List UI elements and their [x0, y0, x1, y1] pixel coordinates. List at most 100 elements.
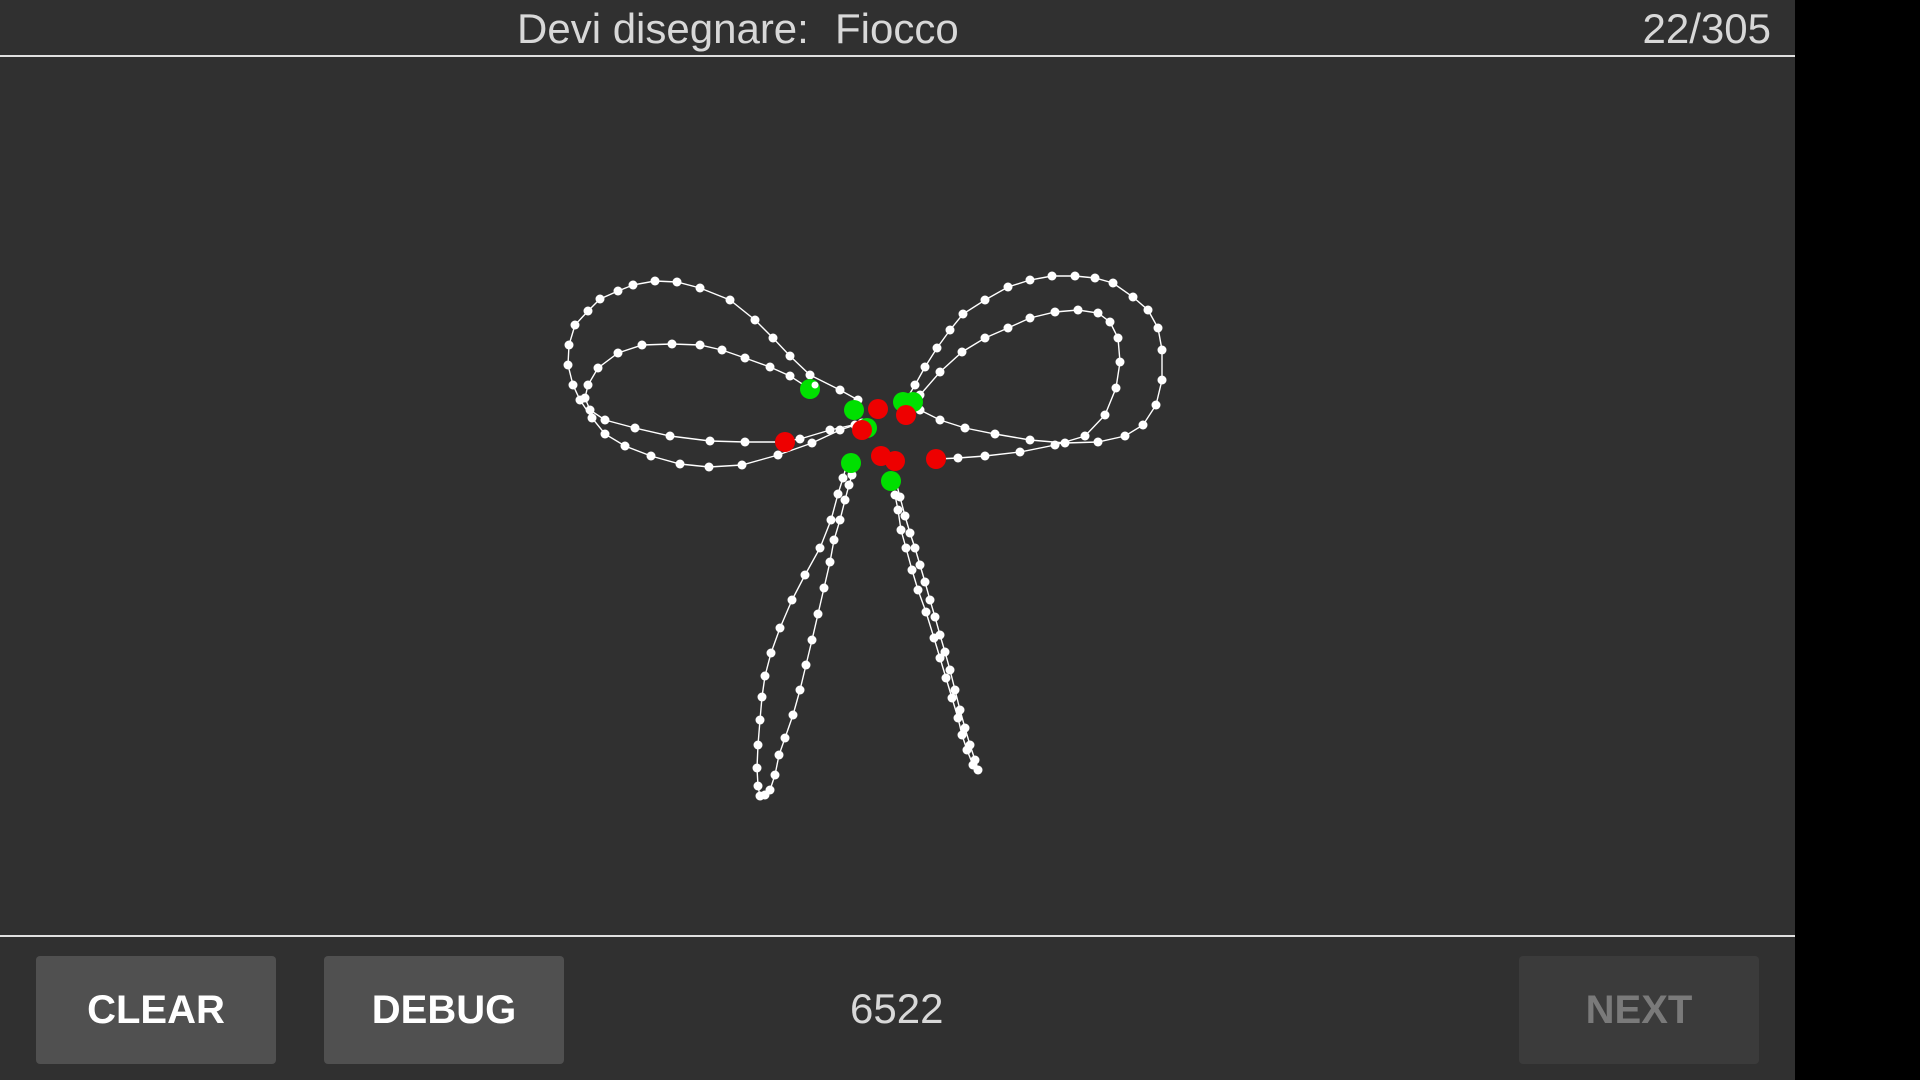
sketch-point	[829, 535, 839, 545]
sketch-point	[835, 425, 845, 435]
stroke-end-marker	[852, 420, 872, 440]
sketch-point	[915, 560, 925, 570]
sketch-point	[768, 333, 778, 343]
sketch-point	[920, 362, 930, 372]
sketch-point	[835, 515, 845, 525]
sketch-point	[775, 623, 785, 633]
sketch-point	[780, 733, 790, 743]
sketch-point	[750, 315, 760, 325]
sketch-point	[600, 429, 610, 439]
sketch-point	[913, 585, 923, 595]
sketch-point	[980, 451, 990, 461]
sketch-point	[568, 380, 578, 390]
sketch-strokes	[567, 275, 1163, 797]
sketch-point	[672, 277, 682, 287]
sketch-point	[833, 489, 843, 499]
stroke-start-marker	[844, 400, 864, 420]
sketch-point	[665, 431, 675, 441]
sketch-point	[825, 425, 835, 435]
sketch-point	[580, 393, 590, 403]
sketch-point	[807, 438, 817, 448]
sketch-point	[932, 343, 942, 353]
sketch-point	[920, 577, 930, 587]
sketch-point	[1025, 313, 1035, 323]
sketch-point	[788, 710, 798, 720]
sketch-point	[1025, 275, 1035, 285]
sketch-point	[905, 528, 915, 538]
sketch-point	[667, 339, 677, 349]
stroke-end-marker	[868, 399, 888, 419]
sketch-point	[1111, 383, 1121, 393]
sketch-point	[960, 423, 970, 433]
sketch-point	[910, 543, 920, 553]
sketch-point	[811, 381, 819, 389]
sketch-point	[785, 371, 795, 381]
sketch-point	[740, 353, 750, 363]
sketch-point	[813, 609, 823, 619]
sketch-point	[1151, 400, 1161, 410]
sketch-point	[1105, 317, 1115, 327]
sketch-point	[705, 436, 715, 446]
sketch-point	[929, 633, 939, 643]
stroke-end-marker	[926, 449, 946, 469]
sketch-point	[765, 785, 775, 795]
debug-button[interactable]: DEBUG	[324, 956, 564, 1064]
sketch-point	[628, 280, 638, 290]
stroke-end-marker	[885, 451, 905, 471]
sketch-point	[1138, 420, 1148, 430]
sketch-point	[957, 347, 967, 357]
sketch-point	[740, 437, 750, 447]
sketch-point	[910, 380, 920, 390]
sketch-point	[1093, 308, 1103, 318]
sketch-point	[755, 715, 765, 725]
sketch-point	[753, 740, 763, 750]
sketch-point	[587, 413, 597, 423]
clear-button[interactable]: CLEAR	[36, 956, 276, 1064]
sketch-point	[955, 705, 965, 715]
sketch-point	[900, 511, 910, 521]
sketch-points	[563, 271, 1167, 801]
sketch-point	[593, 363, 603, 373]
sketch-point	[695, 340, 705, 350]
header-bar: Devi disegnare: Fiocco 22/305	[0, 0, 1795, 57]
sketch-point	[564, 340, 574, 350]
sketch-point	[752, 763, 762, 773]
sketch-point	[766, 648, 776, 658]
sketch-point	[1050, 307, 1060, 317]
sketch-point	[1100, 410, 1110, 420]
sketch-point	[957, 730, 967, 740]
sketch-point	[819, 583, 829, 593]
drawing-canvas[interactable]	[0, 57, 1795, 935]
sketch-point	[630, 423, 640, 433]
sketch-point	[941, 673, 951, 683]
sketch-point	[990, 429, 1000, 439]
next-button[interactable]: NEXT	[1519, 956, 1759, 1064]
sketch-point	[1003, 282, 1013, 292]
sketch-point	[1113, 333, 1123, 343]
progress-counter: 22/305	[1642, 5, 1771, 52]
sketch-point	[613, 348, 623, 358]
sketch-point	[807, 635, 817, 645]
sketch-point	[896, 525, 906, 535]
sketch-point	[805, 370, 815, 380]
sketch-point	[935, 653, 945, 663]
sketch-point	[953, 453, 963, 463]
sketch-point	[600, 415, 610, 425]
sketch-point	[620, 441, 630, 451]
sketch-point	[907, 565, 917, 575]
sketch-point	[770, 770, 780, 780]
sketch-point	[650, 276, 660, 286]
sketch-point	[765, 362, 775, 372]
sketch-point	[815, 543, 825, 553]
sketch-point	[950, 685, 960, 695]
sketch-point	[958, 309, 968, 319]
sketch-point	[695, 283, 705, 293]
game-screen: Devi disegnare: Fiocco 22/305 CLEAR DEBU…	[0, 0, 1795, 1080]
sketch-point	[704, 462, 714, 472]
sketch-point	[1128, 292, 1138, 302]
sketch-point	[844, 480, 854, 490]
score-value: 6522	[850, 985, 944, 1032]
sketch-point	[774, 750, 784, 760]
sketch-point	[962, 745, 972, 755]
sketch-point	[1157, 375, 1167, 385]
